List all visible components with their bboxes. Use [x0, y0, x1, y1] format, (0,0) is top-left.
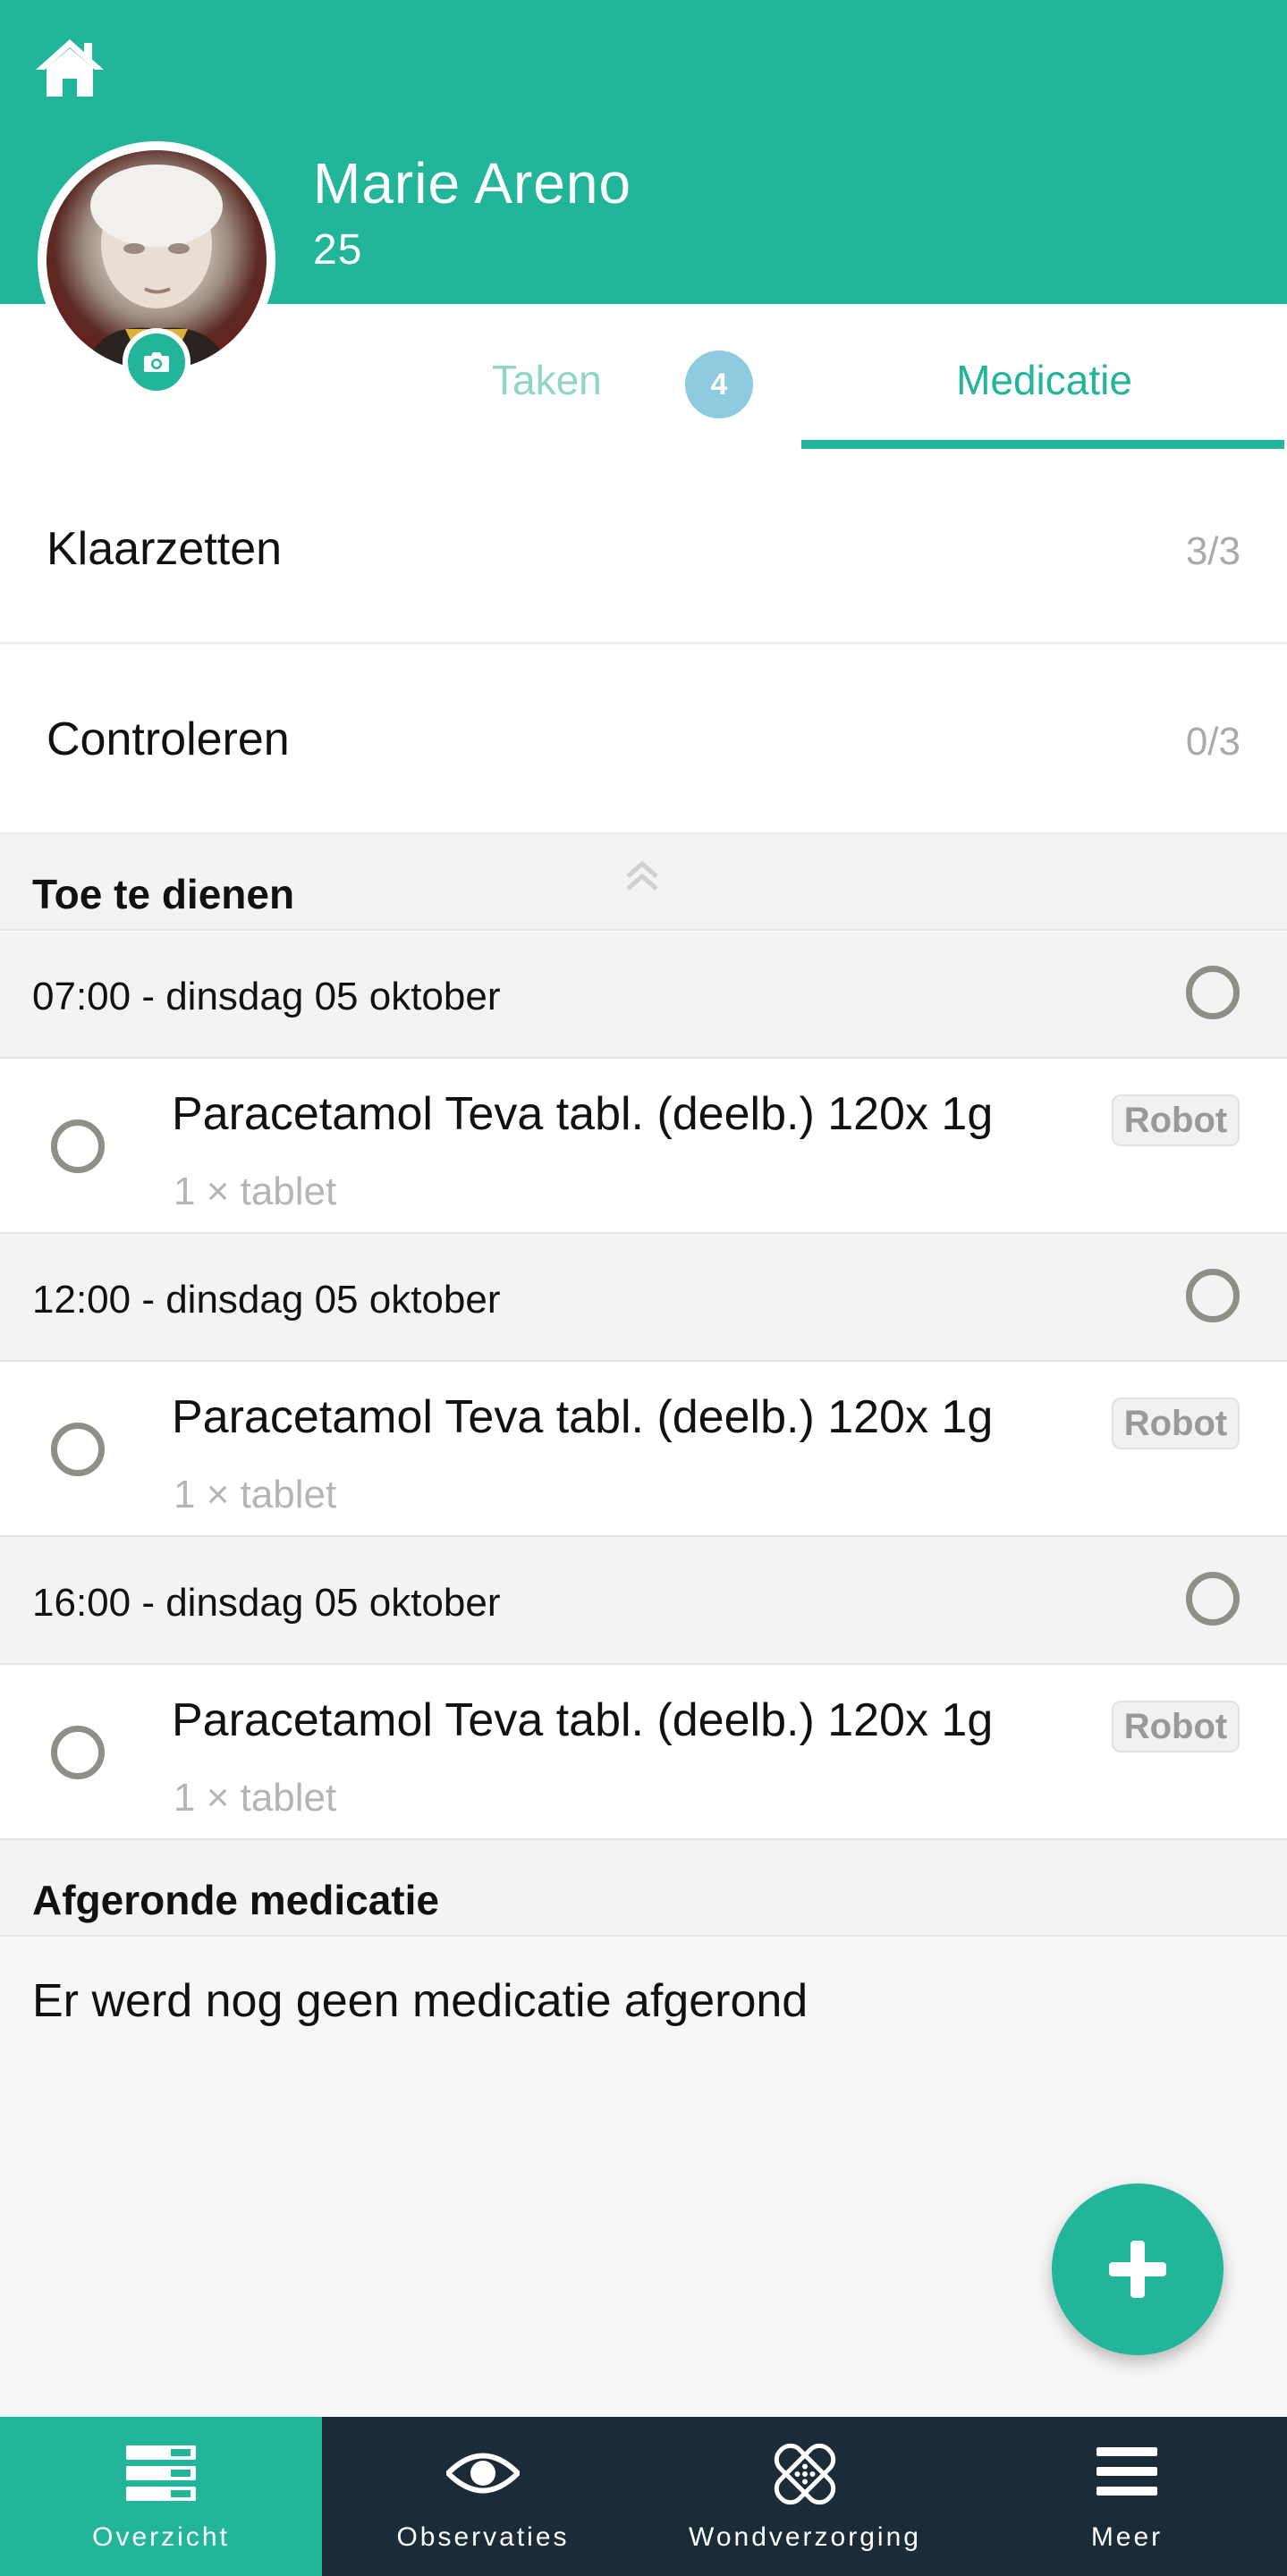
nav-item-meer[interactable]: Meer	[966, 2417, 1287, 2576]
tab-taken[interactable]: Taken 4	[420, 304, 778, 447]
summary-row-klaarzetten[interactable]: Klaarzetten 3/3	[0, 454, 1287, 644]
time-slot-checkbox[interactable]	[1186, 1269, 1240, 1322]
source-badge: Robot	[1112, 1094, 1240, 1146]
bandage-icon	[774, 2443, 836, 2505]
active-tab-indicator	[801, 440, 1284, 449]
medication-checkbox[interactable]	[51, 1726, 105, 1779]
time-slot-row: 07:00 - dinsdag 05 oktober	[0, 932, 1287, 1059]
patient-name: Marie Areno	[313, 151, 632, 215]
summary-count: 0/3	[1185, 720, 1240, 764]
medication-name: Paracetamol Teva tabl. (deelb.) 120x 1g	[172, 1088, 994, 1140]
change-photo-button[interactable]	[123, 328, 191, 396]
medication-dose: 1 × tablet	[174, 1473, 337, 1516]
task-count-badge: 4	[685, 351, 753, 418]
source-badge: Robot	[1112, 1398, 1240, 1449]
tab-medicatie[interactable]: Medicatie	[801, 304, 1287, 447]
nav-item-observaties[interactable]: Observaties	[322, 2417, 644, 2576]
medication-dose: 1 × tablet	[174, 1170, 337, 1213]
tab-taken-label: Taken	[492, 357, 602, 403]
medication-dose: 1 × tablet	[174, 1776, 337, 1820]
summary-row-controleren[interactable]: Controleren 0/3	[0, 645, 1287, 834]
section-title: Afgeronde medicatie	[32, 1877, 439, 1923]
time-slot-label: 07:00 - dinsdag 05 oktober	[32, 975, 501, 1018]
menu-icon	[1096, 2447, 1157, 2496]
time-slot-row: 12:00 - dinsdag 05 oktober	[0, 1235, 1287, 1362]
nav-label: Observaties	[396, 2522, 570, 2552]
medication-name: Paracetamol Teva tabl. (deelb.) 120x 1g	[172, 1391, 994, 1443]
bottom-navigation: Overzicht Observaties Wondverzorging Mee…	[0, 2417, 1287, 2576]
medication-name: Paracetamol Teva tabl. (deelb.) 120x 1g	[172, 1694, 994, 1746]
patient-room: 25	[313, 226, 363, 274]
section-completed: Afgeronde medicatie	[0, 1840, 1287, 1937]
time-slot-row: 16:00 - dinsdag 05 oktober	[0, 1538, 1287, 1665]
summary-count: 3/3	[1185, 529, 1240, 573]
overview-icon	[126, 2445, 196, 2501]
time-slot-label: 16:00 - dinsdag 05 oktober	[32, 1581, 501, 1625]
nav-label: Meer	[1090, 2522, 1164, 2552]
empty-state-message: Er werd nog geen medicatie afgerond	[32, 1975, 809, 2027]
plus-icon	[1109, 2241, 1166, 2298]
medication-item[interactable]: Paracetamol Teva tabl. (deelb.) 120x 1g …	[0, 1665, 1287, 1840]
nav-item-wondverzorging[interactable]: Wondverzorging	[644, 2417, 966, 2576]
source-badge: Robot	[1112, 1701, 1240, 1753]
summary-label: Klaarzetten	[47, 523, 283, 575]
nav-label: Wondverzorging	[689, 2522, 921, 2552]
medication-item[interactable]: Paracetamol Teva tabl. (deelb.) 120x 1g …	[0, 1059, 1287, 1234]
home-icon[interactable]	[34, 36, 106, 100]
nav-label: Overzicht	[92, 2522, 230, 2552]
add-button[interactable]	[1052, 2183, 1223, 2355]
tab-medicatie-label: Medicatie	[956, 357, 1132, 403]
medication-checkbox[interactable]	[51, 1119, 105, 1173]
time-slot-checkbox[interactable]	[1186, 966, 1240, 1019]
nav-item-overzicht[interactable]: Overzicht	[0, 2417, 322, 2576]
section-title: Toe te dienen	[32, 871, 295, 917]
eye-icon	[446, 2453, 520, 2494]
summary-label: Controleren	[47, 714, 290, 765]
camera-icon	[144, 352, 169, 372]
collapse-chevron-icon[interactable]	[621, 857, 664, 896]
time-slot-label: 12:00 - dinsdag 05 oktober	[32, 1278, 501, 1322]
medication-item[interactable]: Paracetamol Teva tabl. (deelb.) 120x 1g …	[0, 1362, 1287, 1537]
time-slot-checkbox[interactable]	[1186, 1572, 1240, 1626]
medication-checkbox[interactable]	[51, 1423, 105, 1476]
